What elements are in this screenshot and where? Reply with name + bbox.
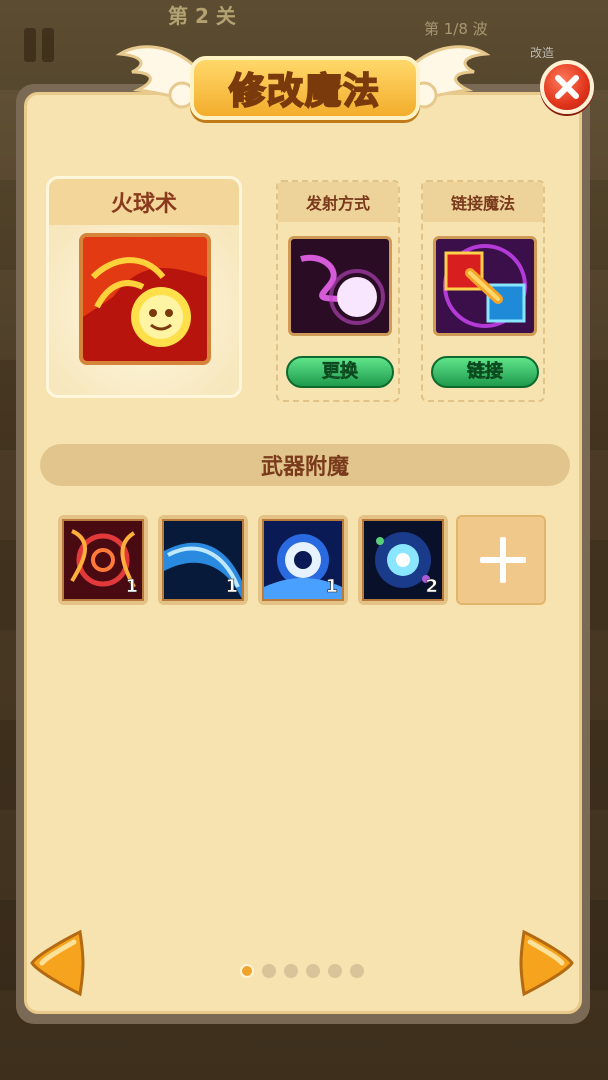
enchant-slot[interactable]: 1: [58, 515, 148, 605]
modal-title: 修改魔法: [228, 70, 381, 113]
close-button[interactable]: [540, 60, 594, 114]
slot-count: 2: [425, 576, 438, 598]
chain-link-icon: [433, 236, 537, 336]
fireball-icon: [79, 233, 211, 365]
add-enchant-button[interactable]: [456, 515, 546, 605]
page-indicator: [240, 963, 364, 979]
page-dot[interactable]: [328, 964, 342, 978]
pause-icon: [24, 28, 36, 62]
page-dot[interactable]: [262, 964, 276, 978]
next-page-arrow-icon[interactable]: [516, 928, 576, 998]
level-label: 第 2 关: [168, 4, 236, 28]
frost-vortex-icon: 1: [262, 519, 344, 601]
launch-mode-card: 发射方式 更换: [276, 180, 400, 402]
change-button[interactable]: 更换: [286, 356, 394, 388]
launch-mode-header: 发射方式: [278, 182, 398, 222]
enchant-slot[interactable]: 2: [358, 515, 448, 605]
arcane-burst-icon: 2: [362, 519, 444, 601]
slot-count: 1: [325, 576, 338, 598]
prev-page-arrow-icon[interactable]: [28, 928, 88, 998]
wave-label: 第 1/8 波: [424, 20, 488, 38]
page-dot[interactable]: [240, 964, 254, 978]
chain-magic-header: 链接魔法: [423, 182, 543, 222]
page-dot[interactable]: [350, 964, 364, 978]
spell-name: 火球术: [110, 192, 177, 217]
spell-card[interactable]: 火球术: [46, 176, 242, 398]
launch-orb-icon: [288, 236, 392, 336]
link-button[interactable]: 链接: [431, 356, 539, 388]
title-banner: 修改魔法: [190, 56, 420, 120]
corner-tag: 改造: [530, 46, 555, 60]
page-dot[interactable]: [306, 964, 320, 978]
enchant-slot[interactable]: 1: [158, 515, 248, 605]
page-dot[interactable]: [284, 964, 298, 978]
chain-magic-card: 链接魔法 链接: [421, 180, 545, 402]
fire-sigil-icon: 1: [62, 519, 144, 601]
enchant-title: 武器附魔: [260, 455, 349, 480]
enchant-section-header: 武器附魔: [40, 444, 570, 486]
pause-button[interactable]: [24, 28, 60, 62]
enchant-slot[interactable]: 1: [258, 515, 348, 605]
ice-slash-icon: 1: [162, 519, 244, 601]
spell-card-header: 火球术: [49, 179, 239, 225]
slot-count: 1: [225, 576, 238, 598]
slot-count: 1: [125, 576, 138, 598]
close-icon: [555, 75, 579, 99]
